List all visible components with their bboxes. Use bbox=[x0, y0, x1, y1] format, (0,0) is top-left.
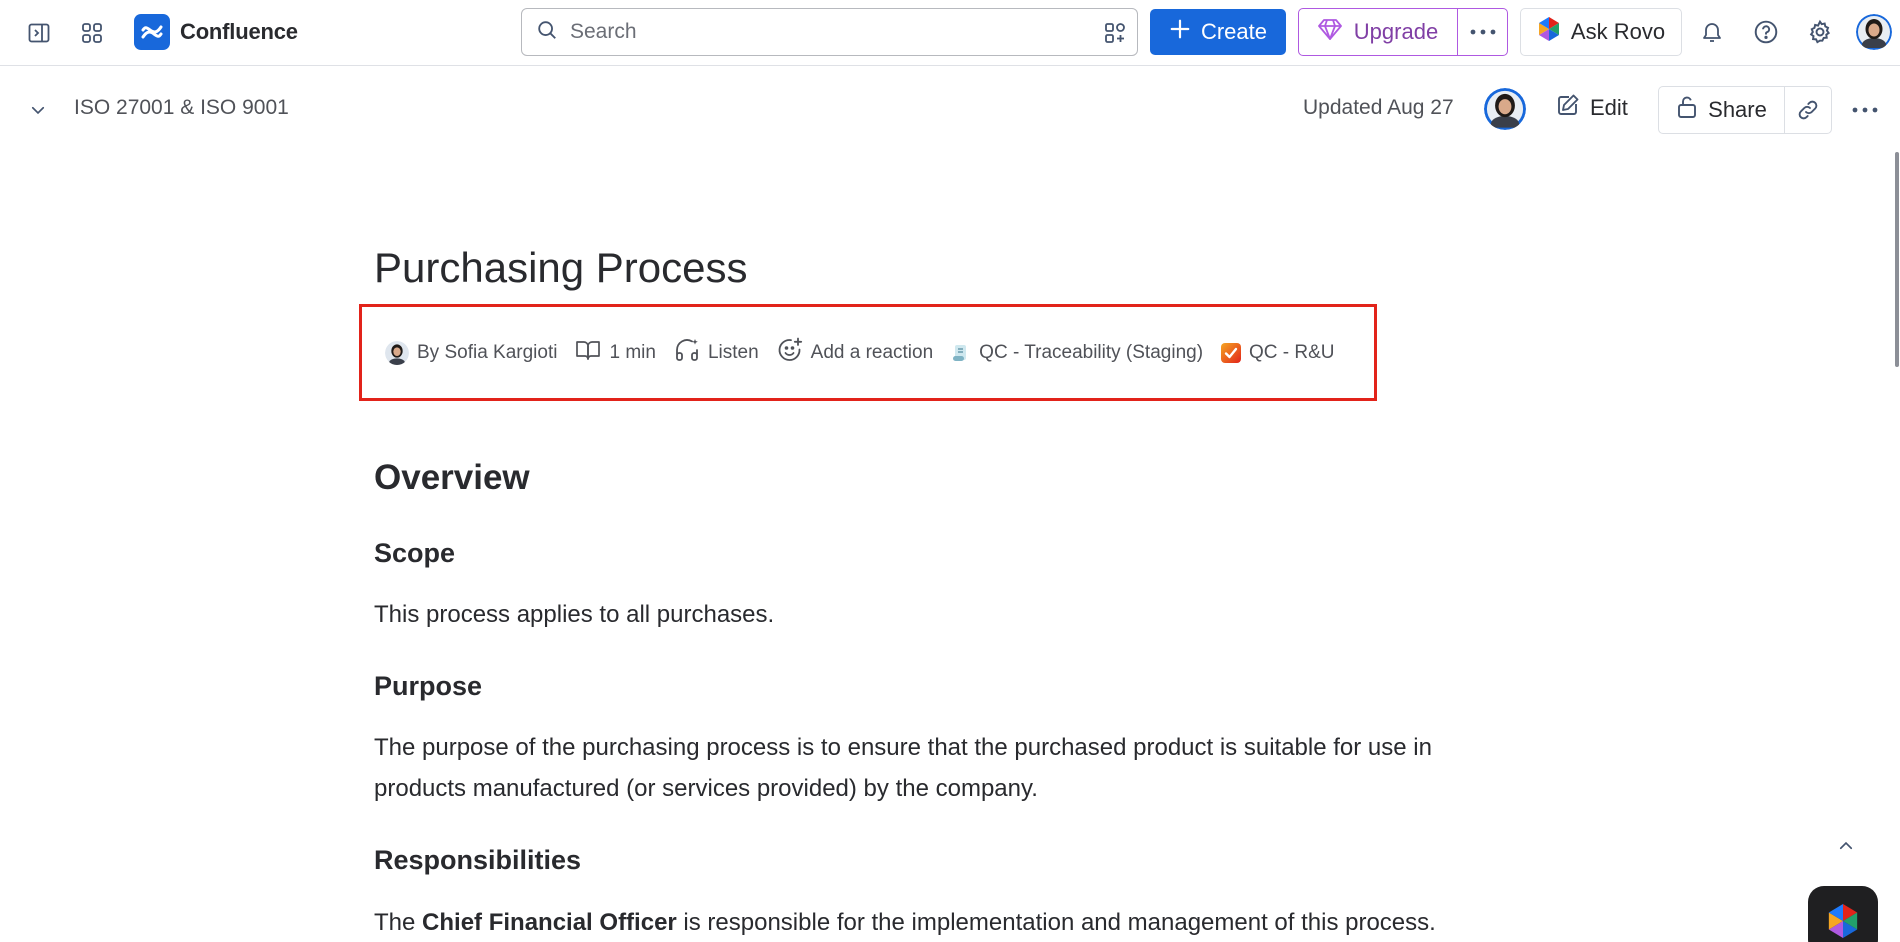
checkbox-emoji-icon bbox=[1221, 342, 1242, 363]
gear-icon[interactable] bbox=[1805, 17, 1835, 47]
scope-text: This process applies to all purchases. bbox=[374, 601, 775, 628]
unlock-icon bbox=[1676, 95, 1698, 125]
author-name: By Sofia Kargioti bbox=[417, 341, 558, 363]
listen-button[interactable]: Listen bbox=[674, 337, 759, 369]
author[interactable]: By Sofia Kargioti bbox=[385, 340, 558, 365]
add-reaction-label: Add a reaction bbox=[810, 341, 934, 363]
purpose-text: The purpose of the purchasing process is… bbox=[374, 734, 1432, 802]
bell-icon[interactable] bbox=[1697, 17, 1727, 47]
chevron-up-icon bbox=[1839, 841, 1853, 850]
help-icon[interactable] bbox=[1751, 17, 1781, 47]
breadcrumb[interactable]: ISO 27001 & ISO 9001 bbox=[74, 96, 289, 120]
responsibilities-suffix: is responsible for the implementation an… bbox=[676, 909, 1436, 936]
scroll-to-top-button[interactable] bbox=[1830, 830, 1862, 862]
share-button[interactable]: Share bbox=[1659, 87, 1785, 133]
app-switcher-icon[interactable] bbox=[77, 18, 107, 48]
overview-heading: Overview bbox=[374, 458, 530, 497]
pencil-icon bbox=[1556, 93, 1580, 123]
space-link-traceability[interactable]: QC - Traceability (Staging) bbox=[951, 342, 1203, 364]
upgrade-button[interactable]: Upgrade bbox=[1299, 9, 1458, 55]
book-icon bbox=[575, 338, 601, 368]
responsibilities-text: The Chief Financial Officer is responsib… bbox=[374, 902, 1524, 942]
edit-label: Edit bbox=[1590, 95, 1628, 120]
ask-rovo-label: Ask Rovo bbox=[1570, 19, 1666, 44]
read-time: 1 min bbox=[575, 338, 656, 368]
space-link-ru[interactable]: QC - R&U bbox=[1221, 342, 1335, 364]
search-field[interactable] bbox=[521, 8, 1138, 56]
create-label: Create bbox=[1200, 19, 1268, 44]
emoji-add-icon bbox=[777, 337, 803, 369]
top-navigation: Confluence Create Upgrade Ask Rovo bbox=[0, 0, 1900, 66]
page-byline: By Sofia Kargioti 1 min Listen Add a rea… bbox=[359, 304, 1377, 401]
page-header: ISO 27001 & ISO 9001 Updated Aug 27 Edit… bbox=[0, 66, 1900, 154]
ask-rovo-button[interactable]: Ask Rovo bbox=[1520, 8, 1682, 56]
app-name: Confluence bbox=[180, 19, 298, 44]
purpose-heading: Purpose bbox=[374, 671, 483, 701]
share-label: Share bbox=[1708, 97, 1767, 122]
confluence-logo-icon bbox=[134, 14, 170, 50]
read-time-label: 1 min bbox=[609, 341, 656, 363]
rovo-chat-button[interactable] bbox=[1808, 886, 1878, 942]
share-group: Share bbox=[1658, 86, 1832, 134]
page-title: Purchasing Process bbox=[374, 244, 748, 291]
chevron-down-icon[interactable] bbox=[26, 98, 50, 122]
headphones-icon bbox=[674, 337, 700, 369]
rovo-fab-icon bbox=[1828, 904, 1858, 938]
add-reaction-button[interactable]: Add a reaction bbox=[777, 337, 934, 369]
search-input[interactable] bbox=[570, 20, 1070, 44]
gem-icon bbox=[1317, 18, 1342, 46]
create-button[interactable]: Create bbox=[1150, 9, 1286, 55]
avatar[interactable] bbox=[1856, 14, 1892, 50]
responsibilities-prefix: The bbox=[374, 909, 423, 936]
responsibilities-role: Chief Financial Officer bbox=[422, 909, 677, 936]
more-actions-icon[interactable] bbox=[1850, 100, 1880, 120]
filter-icon[interactable] bbox=[1103, 21, 1127, 50]
ru-label: QC - R&U bbox=[1249, 341, 1335, 363]
search-icon bbox=[536, 19, 558, 46]
author-avatar bbox=[385, 340, 409, 365]
link-icon[interactable] bbox=[1785, 87, 1831, 133]
updated-date: Updated Aug 27 bbox=[1303, 96, 1454, 119]
scope-heading: Scope bbox=[374, 538, 456, 568]
sidebar-toggle-icon[interactable] bbox=[24, 18, 54, 48]
scrollbar[interactable] bbox=[1895, 152, 1899, 367]
upgrade-group: Upgrade bbox=[1298, 8, 1508, 56]
listen-label: Listen bbox=[707, 341, 759, 363]
more-icon[interactable] bbox=[1458, 9, 1507, 55]
traceability-label: QC - Traceability (Staging) bbox=[979, 341, 1204, 363]
confluence-logo[interactable]: Confluence bbox=[134, 14, 298, 50]
upgrade-label: Upgrade bbox=[1353, 19, 1439, 44]
scroll-emoji-icon bbox=[951, 343, 971, 363]
plus-icon bbox=[1169, 18, 1191, 46]
edit-button[interactable]: Edit bbox=[1556, 86, 1628, 130]
rovo-icon bbox=[1537, 16, 1561, 48]
contributor-avatar[interactable] bbox=[1484, 88, 1526, 130]
responsibilities-heading: Responsibilities bbox=[374, 845, 582, 875]
